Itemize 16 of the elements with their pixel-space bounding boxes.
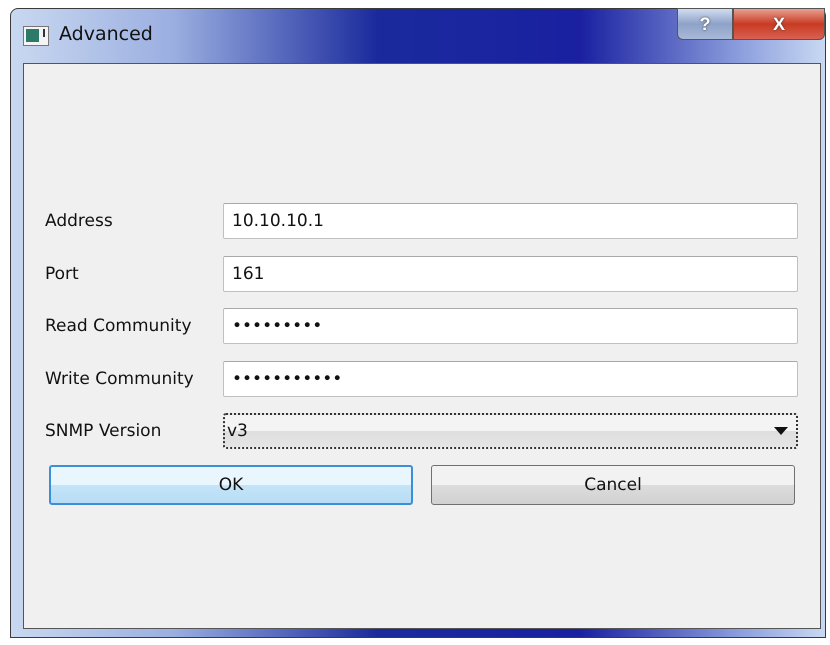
caret-icon [774, 427, 788, 436]
field-label: SNMP Version [45, 421, 162, 442]
input-field[interactable]: ••••••••••• [223, 360, 798, 397]
field-label: Write Community [45, 368, 195, 389]
close-button[interactable]: X [733, 8, 825, 40]
field-label: Address [45, 211, 114, 232]
cancel-button[interactable]: Cancel [431, 464, 795, 504]
input-field[interactable]: 10.10.10.1 [223, 203, 798, 240]
app-icon [23, 26, 49, 46]
input-field[interactable]: ••••••••• [223, 308, 798, 344]
field-label: Port [45, 264, 80, 284]
input-field[interactable]: 161 [223, 256, 798, 292]
version-dropdown[interactable]: v3 [223, 413, 798, 450]
window-title: Advanced [59, 23, 153, 45]
ok-button[interactable]: OK [49, 464, 413, 504]
field-label: Read Community [45, 316, 193, 336]
